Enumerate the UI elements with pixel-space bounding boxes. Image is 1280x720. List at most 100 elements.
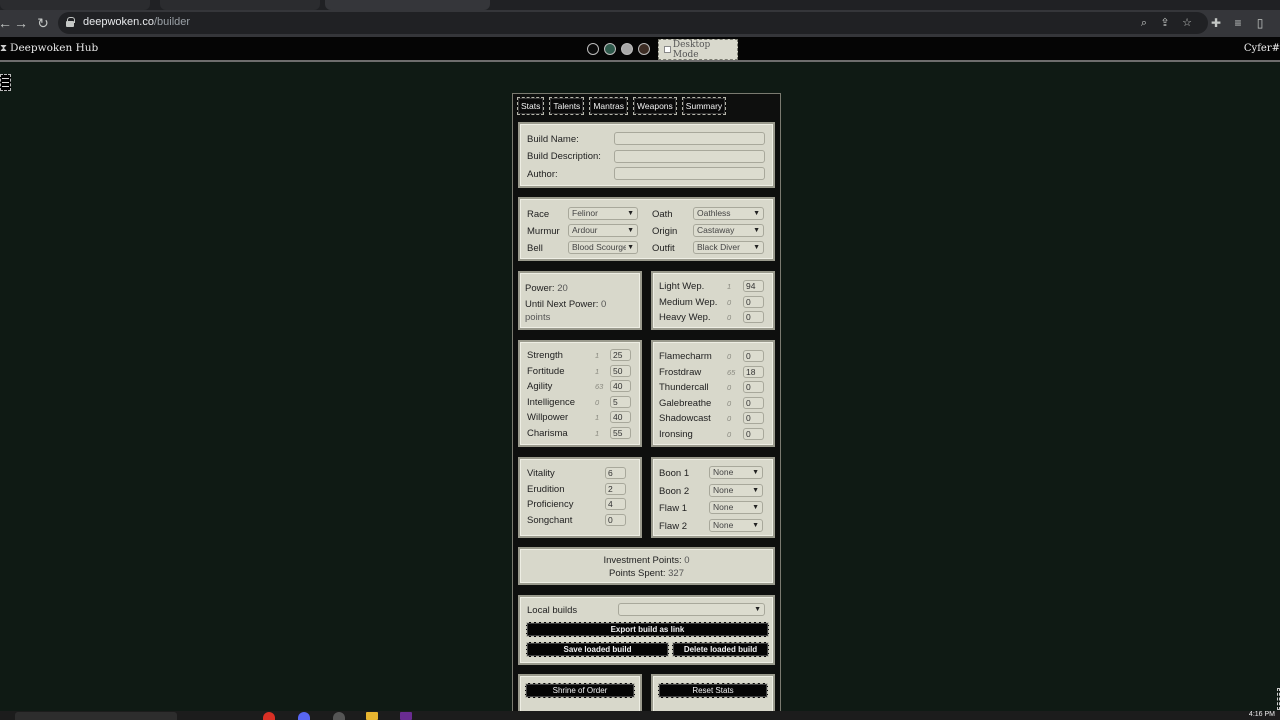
- outfit-label: Outfit: [652, 243, 675, 254]
- boons-flaws-panel: Boon 1 None ▼ Boon 2 None ▼ Flaw 1 None ▼ Flaw 2 N…: [651, 457, 775, 538]
- outfit-select[interactable]: Black Diver ▼: [693, 241, 764, 254]
- taskbar-app-icon[interactable]: [400, 712, 412, 720]
- build-description-input[interactable]: [614, 150, 765, 163]
- author-input[interactable]: [614, 167, 765, 180]
- stat-input[interactable]: 4: [605, 498, 626, 510]
- oath-select[interactable]: Oathless ▼: [693, 207, 764, 220]
- stat-input[interactable]: 50: [610, 364, 631, 377]
- bookmark-star-icon[interactable]: ☆: [1180, 16, 1194, 30]
- origin-label: Origin: [652, 226, 678, 237]
- race-select[interactable]: Felinor ▼: [568, 207, 638, 220]
- tab-stats[interactable]: Stats: [517, 97, 545, 115]
- stat-base-value: 63: [595, 382, 604, 391]
- theme-dot-black[interactable]: [587, 43, 599, 55]
- side-panel-icon[interactable]: ▯: [1252, 14, 1268, 32]
- stat-base-value: 0: [727, 429, 732, 439]
- stat-input[interactable]: 94: [743, 280, 764, 292]
- browser-tab[interactable]: [160, 0, 320, 10]
- shrine-of-order-button[interactable]: Shrine of Order: [525, 683, 635, 698]
- theme-dot-gray[interactable]: [621, 43, 633, 55]
- stat-base-value: 1: [595, 351, 600, 360]
- stat-input[interactable]: 25: [610, 349, 631, 361]
- taskbar-discord-icon[interactable]: [298, 712, 310, 720]
- theme-dot-green[interactable]: [604, 43, 616, 55]
- stat-input[interactable]: 0: [743, 311, 764, 323]
- taskbar-search[interactable]: [15, 712, 177, 720]
- stat-input[interactable]: 0: [743, 295, 764, 308]
- browser-tab[interactable]: [0, 0, 150, 10]
- bell-value: Blood Scourge: [572, 242, 628, 252]
- taskbar-folder-icon[interactable]: [366, 712, 378, 720]
- murmur-label: Murmur: [527, 226, 560, 237]
- taskbar-chrome-icon[interactable]: [263, 712, 275, 720]
- hamburger-menu-button[interactable]: [0, 74, 11, 91]
- delete-build-button[interactable]: Delete loaded build: [672, 642, 769, 657]
- build-description-label: Build Description:: [527, 151, 601, 162]
- attributes-panel: Strength 1 25 Fortitude 1 50 Agility 63 40 Intell…: [518, 340, 642, 447]
- until-next-power-unit: points: [525, 312, 551, 323]
- stat-input[interactable]: 6: [605, 467, 626, 479]
- chevron-down-icon: ▼: [753, 227, 760, 234]
- tab-talents[interactable]: Talents: [549, 97, 585, 115]
- stat-label: Galebreathe: [659, 397, 712, 409]
- build-name-input[interactable]: [614, 132, 765, 145]
- boon-flaw-select[interactable]: None ▼: [709, 466, 763, 479]
- tab-weapons[interactable]: Weapons: [633, 97, 677, 115]
- stat-input[interactable]: 0: [743, 412, 764, 424]
- stat-input[interactable]: 18: [743, 365, 764, 378]
- zoom-icon[interactable]: ⌕: [1137, 16, 1151, 30]
- boon-flaw-select[interactable]: None ▼: [709, 483, 763, 497]
- extensions-icon[interactable]: ✚: [1208, 14, 1224, 32]
- stat-base-value: 65: [727, 367, 736, 377]
- chevron-down-icon: ▼: [752, 504, 759, 511]
- chevron-down-icon: ▼: [752, 521, 759, 529]
- local-builds-select[interactable]: ▼: [618, 603, 765, 616]
- chevron-down-icon: ▼: [752, 486, 759, 494]
- boon-flaw-value: None: [713, 519, 734, 530]
- stat-input[interactable]: 40: [610, 380, 631, 392]
- stat-input[interactable]: 40: [610, 411, 631, 423]
- taskbar-clock: 4:16 PM: [1248, 711, 1275, 718]
- origin-select[interactable]: Castaway ▼: [693, 224, 764, 237]
- export-build-button[interactable]: Export build as link: [526, 622, 769, 637]
- theme-dot-brown[interactable]: [638, 43, 650, 55]
- tab-mantras[interactable]: Mantras: [589, 97, 629, 115]
- oath-label: Oath: [652, 209, 673, 220]
- stat-label: Thundercall: [659, 382, 709, 393]
- theme-selector: [587, 43, 650, 55]
- stat-input[interactable]: 0: [743, 381, 764, 393]
- murmur-select[interactable]: Ardour ▼: [568, 224, 638, 237]
- boon-flaw-select[interactable]: None ▼: [709, 501, 763, 514]
- stat-input[interactable]: 5: [610, 395, 631, 408]
- stat-input[interactable]: 0: [743, 396, 764, 409]
- author-label: Author:: [527, 169, 558, 180]
- url-domain: deepwoken.co: [83, 16, 154, 28]
- stat-input[interactable]: 0: [605, 513, 626, 526]
- save-build-button[interactable]: Save loaded build: [526, 642, 669, 657]
- stat-base-value: 1: [595, 366, 600, 376]
- boon-flaw-select[interactable]: None ▼: [709, 518, 763, 532]
- user-name[interactable]: Cyfer#: [1244, 43, 1280, 54]
- stat-input[interactable]: 0: [743, 350, 764, 362]
- tab-summary[interactable]: Summary: [681, 97, 727, 115]
- power-value: 20: [557, 283, 568, 294]
- browser-tab-active[interactable]: [325, 0, 490, 10]
- bell-select[interactable]: Blood Scourge ▼: [568, 241, 638, 254]
- stat-base-value: 0: [727, 352, 732, 361]
- site-brand[interactable]: ⧗ Deepwoken Hub: [0, 42, 98, 54]
- address-bar[interactable]: deepwoken.co/builder ⌕ ⇪ ☆: [58, 12, 1208, 34]
- forward-button[interactable]: →: [12, 14, 30, 32]
- reset-stats-button[interactable]: Reset Stats: [658, 683, 768, 698]
- stat-input[interactable]: 55: [610, 426, 631, 439]
- reload-button[interactable]: ↻: [34, 14, 52, 32]
- stat-label: Flamecharm: [659, 351, 712, 362]
- points-spent-label: Points Spent:: [608, 568, 666, 579]
- desktop-mode-checkbox[interactable]: [664, 46, 671, 53]
- share-icon[interactable]: ⇪: [1158, 16, 1172, 30]
- stat-input[interactable]: 2: [605, 482, 626, 495]
- outfit-value: Black Diver: [697, 242, 740, 252]
- taskbar-app-icon[interactable]: [333, 712, 345, 720]
- desktop-mode-toggle[interactable]: Desktop Mode: [658, 39, 738, 60]
- media-control-icon[interactable]: ≡: [1230, 14, 1246, 32]
- stat-input[interactable]: 0: [743, 427, 764, 440]
